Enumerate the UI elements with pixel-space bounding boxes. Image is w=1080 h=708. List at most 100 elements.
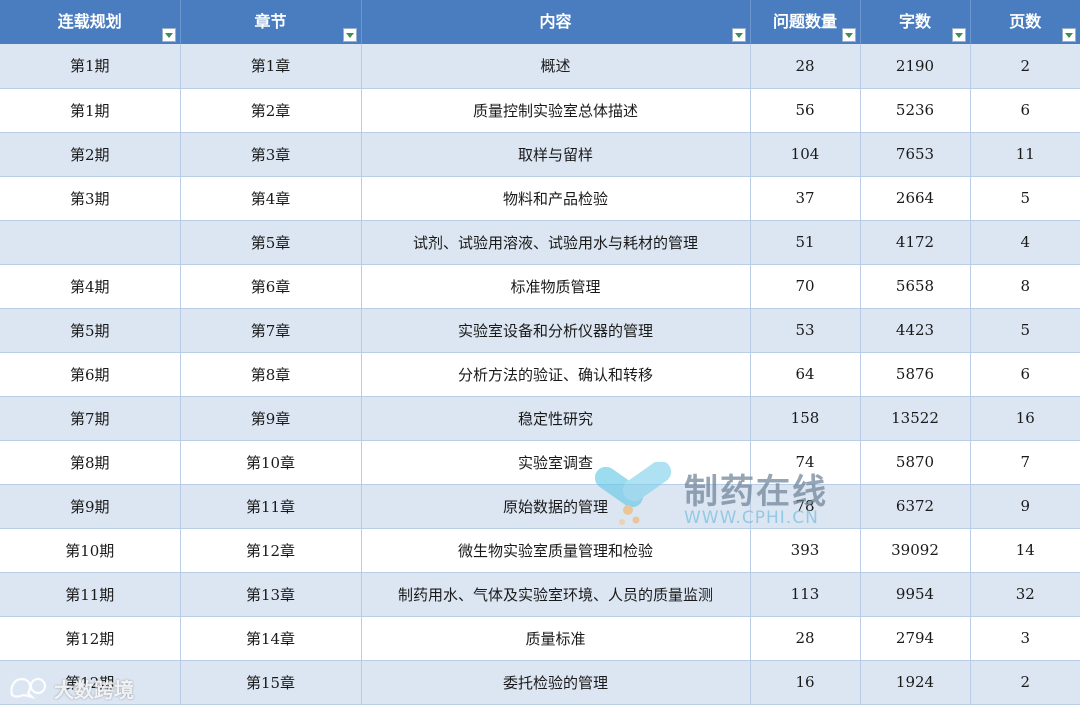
cell-chapter[interactable]: 第5章 [180, 220, 362, 265]
table-row: 第5章 试剂、试验用溶液、试验用水与耗材的管理 51 4172 4 [0, 220, 1080, 265]
cell-chapter[interactable]: 第6章 [180, 264, 362, 309]
cell-plan[interactable]: 第6期 [0, 352, 181, 397]
filter-dropdown-button[interactable] [841, 28, 856, 42]
cell-question-count[interactable]: 158 [750, 396, 861, 441]
cell-question-count[interactable]: 78 [750, 484, 861, 529]
cell-content[interactable]: 稳定性研究 [361, 396, 751, 441]
cell-chapter[interactable]: 第4章 [180, 176, 362, 221]
cell-question-count[interactable]: 51 [750, 220, 861, 265]
cell-question-count[interactable]: 16 [750, 660, 861, 705]
cell-content[interactable]: 实验室设备和分析仪器的管理 [361, 308, 751, 353]
cell-question-count[interactable]: 56 [750, 88, 861, 133]
cell-question-count[interactable]: 64 [750, 352, 861, 397]
cell-question-count[interactable]: 70 [750, 264, 861, 309]
cell-plan[interactable]: 第5期 [0, 308, 181, 353]
cell-chapter[interactable]: 第2章 [180, 88, 362, 133]
cell-page-count[interactable]: 14 [970, 528, 1080, 573]
cell-page-count[interactable]: 2 [970, 44, 1080, 89]
cell-chapter[interactable]: 第11章 [180, 484, 362, 529]
cell-content[interactable]: 物料和产品检验 [361, 176, 751, 221]
cell-page-count[interactable]: 11 [970, 132, 1080, 177]
cell-word-count[interactable]: 6372 [860, 484, 971, 529]
filter-dropdown-button[interactable] [161, 28, 176, 42]
cell-content[interactable]: 概述 [361, 44, 751, 89]
cell-content[interactable]: 质量控制实验室总体描述 [361, 88, 751, 133]
cell-word-count[interactable]: 39092 [860, 528, 971, 573]
cell-question-count[interactable]: 28 [750, 616, 861, 661]
cell-content[interactable]: 制药用水、气体及实验室环境、人员的质量监测 [361, 572, 751, 617]
cell-chapter[interactable]: 第8章 [180, 352, 362, 397]
cell-word-count[interactable]: 5870 [860, 440, 971, 485]
cell-word-count[interactable]: 5236 [860, 88, 971, 133]
cell-chapter[interactable]: 第3章 [180, 132, 362, 177]
cell-plan[interactable]: 第1期 [0, 44, 181, 89]
cell-word-count[interactable]: 2794 [860, 616, 971, 661]
cell-plan[interactable]: 第7期 [0, 396, 181, 441]
cell-question-count[interactable]: 74 [750, 440, 861, 485]
filter-dropdown-button[interactable] [342, 28, 357, 42]
cell-content[interactable]: 原始数据的管理 [361, 484, 751, 529]
cell-page-count[interactable]: 4 [970, 220, 1080, 265]
cell-plan[interactable]: 第12期 [0, 616, 181, 661]
cell-chapter[interactable]: 第1章 [180, 44, 362, 89]
cell-page-count[interactable]: 6 [970, 352, 1080, 397]
cell-page-count[interactable]: 2 [970, 660, 1080, 705]
cell-question-count[interactable]: 28 [750, 44, 861, 89]
cell-word-count[interactable]: 1924 [860, 660, 971, 705]
cell-word-count[interactable]: 7653 [860, 132, 971, 177]
cell-chapter[interactable]: 第14章 [180, 616, 362, 661]
cell-content[interactable]: 实验室调查 [361, 440, 751, 485]
cell-word-count[interactable]: 5658 [860, 264, 971, 309]
cell-plan[interactable]: 第9期 [0, 484, 181, 529]
table-row: 第9期 第11章 原始数据的管理 78 6372 9 [0, 484, 1080, 529]
cell-plan[interactable]: 第4期 [0, 264, 181, 309]
cell-question-count[interactable]: 104 [750, 132, 861, 177]
cell-page-count[interactable]: 9 [970, 484, 1080, 529]
cell-chapter[interactable]: 第13章 [180, 572, 362, 617]
cell-plan[interactable]: 第1期 [0, 88, 181, 133]
cell-page-count[interactable]: 6 [970, 88, 1080, 133]
cell-page-count[interactable]: 7 [970, 440, 1080, 485]
cell-question-count[interactable]: 53 [750, 308, 861, 353]
cell-word-count[interactable]: 9954 [860, 572, 971, 617]
cell-content[interactable]: 标准物质管理 [361, 264, 751, 309]
cell-word-count[interactable]: 2664 [860, 176, 971, 221]
cell-word-count[interactable]: 2190 [860, 44, 971, 89]
cell-content[interactable]: 取样与留样 [361, 132, 751, 177]
cell-word-count[interactable]: 4423 [860, 308, 971, 353]
cell-plan[interactable]: 第12期 [0, 660, 181, 705]
cell-page-count[interactable]: 32 [970, 572, 1080, 617]
cell-chapter[interactable]: 第15章 [180, 660, 362, 705]
filter-dropdown-button[interactable] [1062, 28, 1076, 42]
cell-plan[interactable]: 第8期 [0, 440, 181, 485]
cell-content[interactable]: 微生物实验室质量管理和检验 [361, 528, 751, 573]
cell-question-count[interactable]: 393 [750, 528, 861, 573]
table-row: 第12期 第15章 委托检验的管理 16 1924 2 [0, 660, 1080, 705]
cell-word-count[interactable]: 5876 [860, 352, 971, 397]
cell-content[interactable]: 质量标准 [361, 616, 751, 661]
cell-page-count[interactable]: 16 [970, 396, 1080, 441]
cell-plan[interactable]: 第3期 [0, 176, 181, 221]
cell-page-count[interactable]: 5 [970, 176, 1080, 221]
cell-plan[interactable]: 第2期 [0, 132, 181, 177]
cell-word-count[interactable]: 4172 [860, 220, 971, 265]
cell-plan[interactable]: 第11期 [0, 572, 181, 617]
filter-dropdown-button[interactable] [951, 28, 966, 42]
cell-chapter[interactable]: 第12章 [180, 528, 362, 573]
cell-chapter[interactable]: 第7章 [180, 308, 362, 353]
cell-question-count[interactable]: 37 [750, 176, 861, 221]
cell-plan[interactable]: 第10期 [0, 528, 181, 573]
table-row: 第10期 第12章 微生物实验室质量管理和检验 393 39092 14 [0, 528, 1080, 573]
cell-word-count[interactable]: 13522 [860, 396, 971, 441]
cell-content[interactable]: 委托检验的管理 [361, 660, 751, 705]
cell-plan[interactable] [0, 220, 181, 265]
cell-chapter[interactable]: 第9章 [180, 396, 362, 441]
cell-chapter[interactable]: 第10章 [180, 440, 362, 485]
cell-content[interactable]: 试剂、试验用溶液、试验用水与耗材的管理 [361, 220, 751, 265]
cell-page-count[interactable]: 8 [970, 264, 1080, 309]
cell-page-count[interactable]: 5 [970, 308, 1080, 353]
cell-page-count[interactable]: 3 [970, 616, 1080, 661]
cell-content[interactable]: 分析方法的验证、确认和转移 [361, 352, 751, 397]
cell-question-count[interactable]: 113 [750, 572, 861, 617]
filter-dropdown-button[interactable] [731, 28, 746, 42]
